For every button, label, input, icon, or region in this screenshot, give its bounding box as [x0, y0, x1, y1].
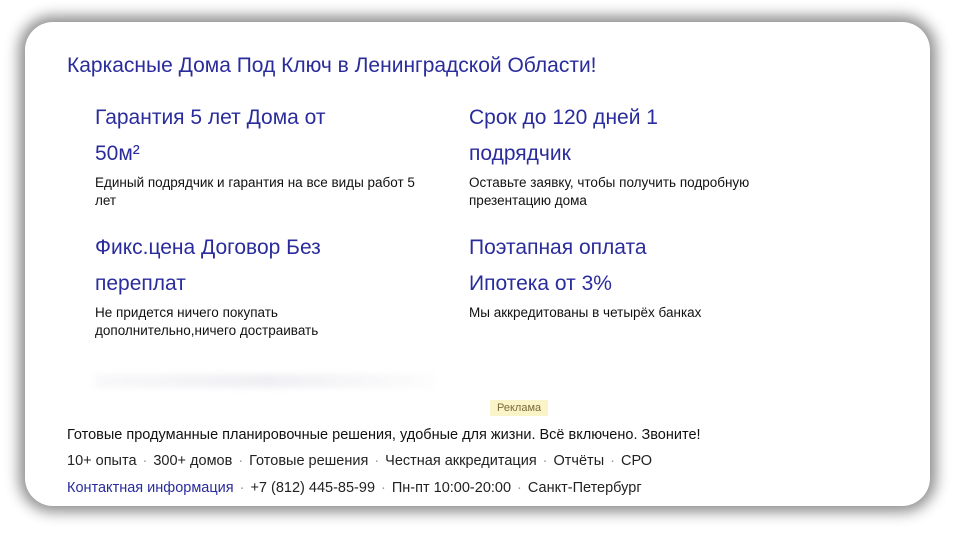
- phone-number[interactable]: +7 (812) 445-85-99: [250, 480, 375, 496]
- feature-item: Отчёты: [553, 453, 605, 469]
- separator: ·: [517, 480, 522, 496]
- sitelink-title-line1: Срок до 120 дней 1: [469, 106, 658, 129]
- sitelink-title[interactable]: Поэтапная оплата Ипотека от 3%: [469, 230, 799, 302]
- sitelink-term: Срок до 120 дней 1 подрядчик Оставьте зая…: [469, 100, 799, 210]
- separator: ·: [238, 453, 244, 469]
- sitelink-title-line2: 50м²: [95, 142, 140, 165]
- separator: ·: [142, 453, 148, 469]
- feature-item: Честная аккредитация: [385, 453, 537, 469]
- promo-text: Готовые продуманные планировочные решени…: [67, 427, 701, 443]
- working-hours: Пн-пт 10:00-20:00: [391, 480, 512, 496]
- features-line: 10+ опыта · 300+ домов · Готовые решения · Чес…: [67, 453, 652, 469]
- feature-item: 300+ домов: [153, 453, 233, 469]
- sitelink-title[interactable]: Срок до 120 дней 1 подрядчик: [469, 100, 799, 172]
- sitelink-title-line2: Ипотека от 3%: [469, 272, 612, 295]
- sitelink-title-line1: Поэтапная оплата: [469, 236, 647, 259]
- sitelink-title[interactable]: Гарантия 5 лет Дома от 50м²: [95, 100, 425, 172]
- ad-card: Каркасные Дома Под Ключ в Ленинградской …: [25, 22, 930, 506]
- city: Санкт-Петербург: [527, 480, 642, 496]
- contacts-line: Контактная информация · +7 (812) 445-85-99…: [67, 480, 642, 496]
- sitelink-title-line1: Фикс.цена Договор Без: [95, 236, 321, 259]
- faded-overflow-text: [95, 374, 435, 388]
- sitelink-description: Оставьте заявку, чтобы получить подробну…: [469, 175, 750, 208]
- ad-title-link[interactable]: Каркасные Дома Под Ключ в Ленинградской …: [67, 54, 597, 78]
- sitelink-title[interactable]: Фикс.цена Договор Без переплат: [95, 230, 395, 302]
- separator: ·: [381, 480, 386, 496]
- separator: ·: [239, 480, 245, 496]
- feature-item: Готовые решения: [249, 453, 369, 469]
- separator: ·: [374, 453, 380, 469]
- separator: ·: [610, 453, 615, 469]
- contact-info-link[interactable]: Контактная информация: [67, 480, 234, 496]
- sitelink-warranty: Гарантия 5 лет Дома от 50м² Единый подряд…: [95, 100, 425, 210]
- sitelink-description: Мы аккредитованы в четырёх банках: [469, 305, 702, 320]
- sitelink-payment: Поэтапная оплата Ипотека от 3% Мы аккреди…: [469, 230, 799, 322]
- separator: ·: [542, 453, 548, 469]
- sitelink-description: Единый подрядчик и гарантия на все виды …: [95, 175, 415, 208]
- ad-badge: Реклама: [490, 400, 549, 416]
- sitelink-title-line1: Гарантия 5 лет Дома от: [95, 106, 326, 129]
- sitelink-title-line2: подрядчик: [469, 142, 571, 165]
- sitelink-fixed-price: Фикс.цена Договор Без переплат Не придетс…: [95, 230, 395, 340]
- sitelink-title-line2: переплат: [95, 272, 186, 295]
- feature-item: 10+ опыта: [67, 453, 137, 469]
- sitelink-description: Не придется ничего покупать дополнительн…: [95, 305, 319, 338]
- feature-item: СРО: [620, 453, 653, 469]
